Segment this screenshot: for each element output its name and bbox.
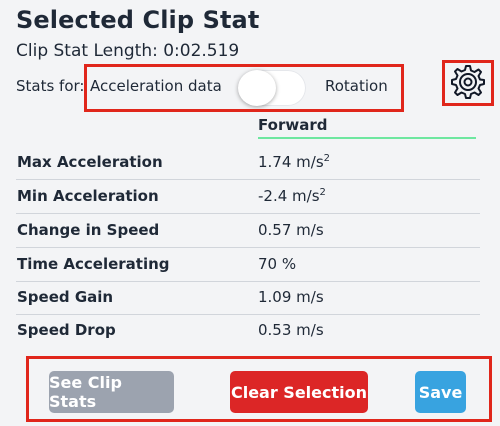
settings-highlight-box [442,60,494,106]
column-header-underline [258,137,476,139]
row-label: Max Acceleration [17,153,163,171]
row-value: 1.74 m/s2 [258,153,331,171]
table-row: Max Acceleration 1.74 m/s2 [0,146,500,180]
row-label: Speed Drop [17,321,116,339]
table-row: Speed Drop 0.53 m/s [0,314,500,348]
row-value: 0.53 m/s [258,321,324,339]
table-row: Speed Gain 1.09 m/s [0,281,500,315]
row-label: Change in Speed [17,221,160,239]
row-label: Speed Gain [17,288,114,306]
column-header-forward: Forward [258,116,328,134]
table-row: Change in Speed 0.57 m/s [0,214,500,248]
row-label: Min Acceleration [17,187,159,205]
row-value: 1.09 m/s [258,288,324,306]
page-title: Selected Clip Stat [16,6,260,34]
table-row: Min Acceleration -2.4 m/s2 [0,180,500,214]
table-row: Time Accelerating 70 % [0,248,500,282]
clip-length-text: Clip Stat Length: 0:02.519 [16,41,240,61]
buttons-highlight-box [26,356,492,422]
row-label: Time Accelerating [17,255,170,273]
row-value: 0.57 m/s [258,221,324,239]
toggle-highlight-box [84,64,404,112]
stats-for-label: Stats for: [16,77,85,95]
row-value: 70 % [258,255,297,273]
row-value: -2.4 m/s2 [258,187,326,205]
